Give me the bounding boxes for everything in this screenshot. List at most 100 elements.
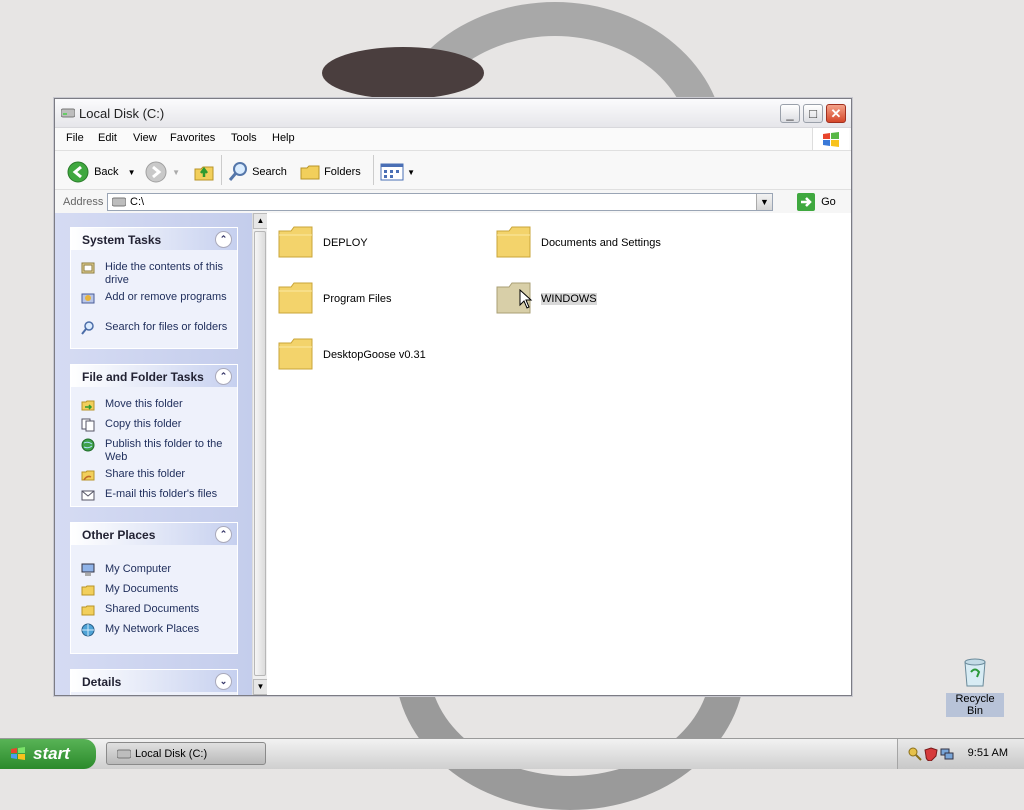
network-tray-icon[interactable] <box>940 747 954 761</box>
menu-edit[interactable]: Edit <box>98 132 117 144</box>
scroll-down-button[interactable]: ▼ <box>253 679 268 695</box>
title-bar[interactable]: Local Disk (C:) _ □ ✕ <box>55 99 851 128</box>
folder-item[interactable]: Documents and Settings <box>495 223 705 265</box>
start-button[interactable]: start <box>0 739 96 769</box>
forward-button[interactable]: ▼ <box>145 161 180 183</box>
place-label: Shared Documents <box>105 603 200 615</box>
place-label: My Computer <box>105 563 172 575</box>
close-button[interactable]: ✕ <box>826 104 846 123</box>
task-label: Share this folder <box>105 468 186 480</box>
address-label: Address <box>63 196 104 208</box>
menu-view[interactable]: View <box>133 132 157 144</box>
place-label: My Documents <box>105 583 179 595</box>
file-folder-tasks-header[interactable]: File and Folder Tasks ⌃ <box>71 365 237 387</box>
folder-item[interactable]: DEPLOY <box>277 223 487 265</box>
task-label: E-mail this folder's files <box>105 488 218 500</box>
scroll-thumb[interactable] <box>254 231 266 676</box>
folder-item[interactable]: Program Files <box>277 279 487 321</box>
shared-documents-icon <box>81 605 95 616</box>
scroll-up-button[interactable]: ▲ <box>253 213 268 229</box>
close-icon: ✕ <box>830 106 842 121</box>
address-dropdown-button[interactable]: ▼ <box>756 194 772 210</box>
taskbar-window-button[interactable]: Local Disk (C:) <box>106 742 266 765</box>
folders-icon <box>300 165 320 180</box>
go-button[interactable]: Go <box>797 193 836 211</box>
menu-tools[interactable]: Tools <box>231 132 257 144</box>
menu-favorites[interactable]: Favorites <box>170 132 215 144</box>
copy-folder-icon <box>81 418 95 432</box>
taskbar: start Local Disk (C:) 9:51 AM <box>0 738 1024 769</box>
other-places-header[interactable]: Other Places ⌃ <box>71 523 237 545</box>
menu-help[interactable]: Help <box>272 132 295 144</box>
hide-drive-icon <box>81 262 95 274</box>
tray-key-icon[interactable] <box>908 747 922 761</box>
task-label: Move this folder <box>105 398 183 410</box>
back-button[interactable]: Back ▼ <box>67 161 136 183</box>
folders-button[interactable]: Folders <box>299 161 361 183</box>
back-dropdown-icon[interactable]: ▼ <box>128 168 136 177</box>
move-folder-icon <box>81 400 95 411</box>
chevron-down-icon: ▼ <box>760 197 769 207</box>
search-button[interactable]: Search <box>227 161 287 183</box>
details-panel: Details ⌄ <box>70 669 238 695</box>
mouse-cursor-icon <box>519 289 533 309</box>
task-label: Publish this folder to the Web <box>105 438 223 463</box>
task-label: Search for files or folders <box>105 321 228 333</box>
recycle-bin-label: Recycle Bin <box>946 693 1004 717</box>
search-label: Search <box>252 166 287 178</box>
folder-name: WINDOWS <box>541 293 597 305</box>
folder-name: Documents and Settings <box>541 237 661 249</box>
email-icon <box>81 490 95 501</box>
minimize-button[interactable]: _ <box>780 104 800 123</box>
collapse-icon[interactable]: ⌃ <box>215 231 232 248</box>
menu-bar: File Edit View Favorites Tools Help <box>55 128 851 151</box>
collapse-icon[interactable]: ⌃ <box>215 526 232 543</box>
security-shield-icon[interactable] <box>924 747 938 761</box>
address-value: C:\ <box>130 196 145 208</box>
system-tasks-header[interactable]: System Tasks ⌃ <box>71 228 237 250</box>
drive-icon <box>117 749 131 759</box>
folder-name: DEPLOY <box>323 237 368 249</box>
back-label: Back <box>94 166 119 178</box>
address-input[interactable]: C:\ ▼ <box>107 193 773 211</box>
folder-view: DEPLOY Documents and Settings Program Fi… <box>267 213 851 695</box>
folder-item[interactable]: DesktopGoose v0.31 <box>277 335 487 377</box>
system-tasks-panel: System Tasks ⌃ Hide the contents of this… <box>70 227 238 349</box>
details-title: Details <box>82 675 122 689</box>
menu-file[interactable]: File <box>66 132 84 144</box>
up-folder-button[interactable] <box>193 161 215 183</box>
drive-icon <box>112 197 126 207</box>
other-places-title: Other Places <box>82 528 156 542</box>
folder-icon <box>278 282 313 314</box>
other-places-panel: Other Places ⌃ My Computer My Documents … <box>70 522 238 654</box>
go-arrow-icon <box>797 193 815 211</box>
folder-item-selected[interactable]: WINDOWS <box>495 279 705 321</box>
task-pane: System Tasks ⌃ Hide the contents of this… <box>55 213 252 695</box>
add-remove-programs-icon <box>81 293 95 304</box>
window-title: Local Disk (C:) <box>79 106 165 121</box>
toolbar: Back ▼ ▼ Search Folders ▼ <box>55 151 851 190</box>
expand-icon[interactable]: ⌄ <box>215 673 232 690</box>
search-icon <box>228 162 247 182</box>
collapse-icon[interactable]: ⌃ <box>215 368 232 385</box>
network-places-icon <box>81 623 95 637</box>
folder-icon <box>496 226 531 258</box>
toolbar-separator <box>221 155 222 185</box>
task-label: Hide the contents of this drive <box>105 261 224 286</box>
views-button[interactable]: ▼ <box>380 161 415 183</box>
windows-flag-icon <box>823 132 839 147</box>
forward-dropdown-icon[interactable]: ▼ <box>172 168 180 177</box>
publish-web-icon <box>81 438 95 452</box>
recycle-bin-desktop-icon[interactable]: Recycle Bin <box>946 656 1004 717</box>
task-label: Copy this folder <box>105 418 182 430</box>
views-dropdown-icon: ▼ <box>407 168 415 177</box>
details-header[interactable]: Details ⌄ <box>71 670 237 692</box>
my-computer-icon <box>81 563 95 576</box>
maximize-button[interactable]: □ <box>803 104 823 123</box>
toolbar-separator <box>373 155 374 185</box>
clock: 9:51 AM <box>967 747 1008 759</box>
folder-name: Program Files <box>323 293 392 305</box>
folder-icon <box>278 338 313 370</box>
file-folder-tasks-panel: File and Folder Tasks ⌃ Move this folder… <box>70 364 238 507</box>
task-label: Add or remove programs <box>105 291 227 303</box>
